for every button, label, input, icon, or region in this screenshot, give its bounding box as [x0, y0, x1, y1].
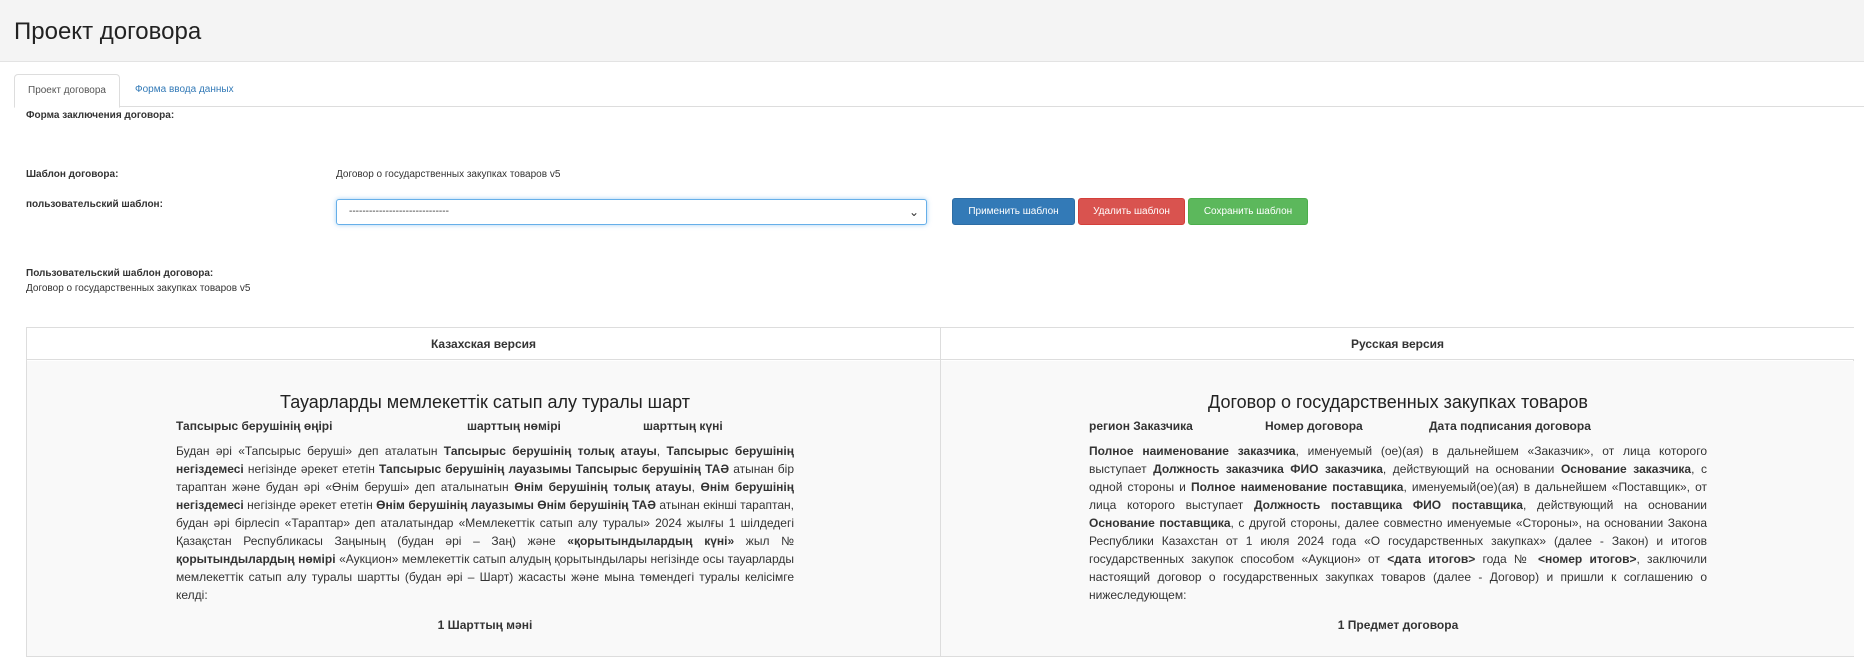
russian-meta-number: Номер договора — [1265, 419, 1363, 433]
preamble-segment: Өнім берушінің толық атауы — [514, 480, 692, 494]
save-template-button[interactable]: Сохранить шаблон — [1188, 198, 1308, 225]
preamble-segment: Будан әрі «Тапсырыс беруші» деп аталатын — [176, 444, 444, 458]
user-template-label: пользовательский шаблон: — [26, 199, 163, 210]
apply-template-button[interactable]: Применить шаблон — [952, 198, 1075, 225]
user-template-select[interactable]: ------------------------------ ⌄ — [336, 199, 927, 225]
russian-meta-date: Дата подписания договора — [1429, 419, 1591, 433]
tab-bar: Проект договора Форма ввода данных — [14, 74, 1864, 108]
preamble-segment: года № — [1475, 552, 1538, 566]
kazakh-version-header: Казахская версия — [27, 328, 940, 360]
tab-data-entry-form[interactable]: Форма ввода данных — [122, 74, 247, 108]
preamble-segment: , действующий на основании — [1522, 498, 1707, 512]
kazakh-meta-region: Тапсырыс берушінің өңірі — [176, 419, 333, 433]
kazakh-preamble: Будан әрі «Тапсырыс беруші» деп аталатын… — [176, 442, 794, 604]
template-label: Шаблон договора: — [26, 169, 119, 180]
preamble-segment: жыл № — [734, 534, 794, 548]
preamble-segment: <дата итогов> — [1387, 552, 1476, 566]
russian-meta-region: регион Заказчика — [1089, 419, 1193, 433]
user-contract-value: Договор о государственных закупках товар… — [26, 283, 251, 294]
kazakh-section-title: 1 Шарттың мәні — [437, 618, 533, 632]
preamble-segment: негізінде әрекет ететін — [243, 498, 377, 512]
page-title: Проект договора — [14, 18, 202, 45]
preamble-segment: Өнім берушінің лауазымы Өнім берушінің Т… — [376, 498, 656, 512]
russian-version-header: Русская версия — [941, 328, 1854, 360]
preamble-segment: <номер итогов> — [1537, 552, 1637, 566]
kazakh-meta-number: шарттың нөмірі — [467, 419, 561, 433]
preamble-segment: Должность поставщика ФИО поставщика — [1253, 498, 1523, 512]
chevron-down-icon: ⌄ — [908, 205, 919, 219]
russian-column: Русская версия Договор о государственных… — [941, 328, 1854, 656]
preamble-segment: Тапсырыс берушінің лауазымы Тапсырыс бер… — [379, 462, 730, 476]
preamble-segment: , — [656, 444, 667, 458]
conclusion-form-label: Форма заключения договора: — [26, 110, 175, 121]
page-header: Проект договора — [0, 0, 1864, 62]
russian-section-title: 1 Предмет договора — [1337, 618, 1459, 632]
preamble-segment: Полное наименование заказчика — [1089, 444, 1296, 458]
preamble-segment: Основание поставщика — [1089, 516, 1231, 530]
user-contract-label: Пользовательский шаблон договора: — [26, 268, 214, 279]
preamble-segment: Основание заказчика — [1560, 462, 1692, 476]
contract-versions-table: Казахская версия Тауарларды мемлекеттік … — [26, 327, 1854, 657]
preamble-segment: Должность заказчика ФИО заказчика — [1153, 462, 1383, 476]
preamble-segment: қорытындылардың нөмірі — [176, 552, 336, 566]
preamble-segment: Тапсырыс берушінің толық атауы — [443, 444, 657, 458]
russian-doc-title: Договор о государственных закупках товар… — [1208, 392, 1588, 412]
russian-document: Договор о государственных закупках товар… — [941, 361, 1854, 656]
delete-template-button[interactable]: Удалить шаблон — [1078, 198, 1185, 225]
russian-preamble: Полное наименование заказчика, именуемый… — [1089, 442, 1707, 604]
kazakh-document: Тауарларды мемлекеттік сатып алу туралы … — [27, 361, 940, 656]
preamble-segment: негізінде әрекет ететін — [243, 462, 379, 476]
tab-contract-draft[interactable]: Проект договора — [14, 74, 120, 108]
kazakh-meta-date: шарттың күні — [643, 419, 723, 433]
kazakh-doc-title: Тауарларды мемлекеттік сатып алу туралы … — [280, 392, 690, 412]
preamble-segment: , действующий на основании — [1382, 462, 1561, 476]
preamble-segment: , — [691, 480, 701, 494]
template-value: Договор о государственных закупках товар… — [336, 169, 561, 180]
russian-doc-meta: регион Заказчика Номер договора Дата под… — [1089, 419, 1707, 437]
kazakh-doc-meta: Тапсырыс берушінің өңірі шарттың нөмірі … — [176, 419, 794, 437]
user-template-selected: ------------------------------ — [349, 206, 449, 217]
preamble-segment: Полное наименование поставщика — [1190, 480, 1404, 494]
kazakh-column: Казахская версия Тауарларды мемлекеттік … — [27, 328, 941, 656]
preamble-segment: «қорытындылардың күні» — [567, 534, 735, 548]
